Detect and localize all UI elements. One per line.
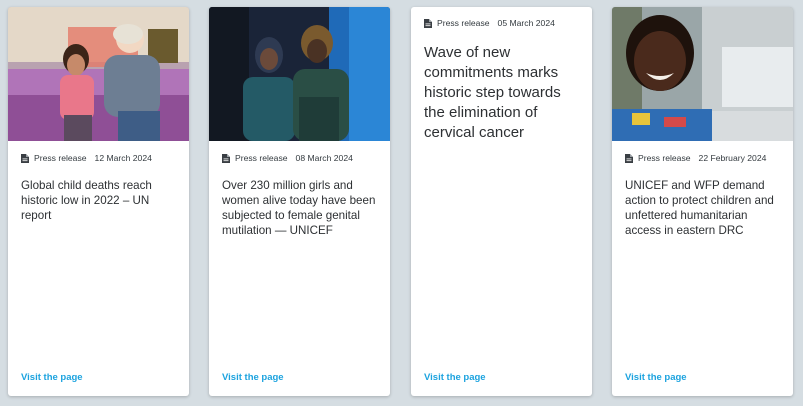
card-date: 05 March 2024: [497, 18, 555, 28]
card-date: 22 February 2024: [698, 153, 767, 163]
news-card[interactable]: Press release 08 March 2024 Over 230 mil…: [209, 7, 390, 396]
visit-page-link[interactable]: Visit the page: [21, 372, 83, 383]
card-meta: Press release 12 March 2024: [21, 153, 152, 163]
document-icon: [424, 18, 432, 28]
card-image[interactable]: [209, 7, 390, 141]
card-date: 12 March 2024: [94, 153, 152, 163]
visit-page-link[interactable]: Visit the page: [222, 372, 284, 383]
card-meta: Press release 05 March 2024: [424, 18, 555, 28]
card-title[interactable]: UNICEF and WFP demand action to protect …: [625, 178, 781, 238]
card-type: Press release: [437, 18, 490, 28]
news-card[interactable]: Press release 22 February 2024 UNICEF an…: [612, 7, 793, 396]
news-card[interactable]: Press release 05 March 2024 Wave of new …: [411, 7, 592, 396]
document-icon: [21, 153, 29, 163]
card-image[interactable]: [612, 7, 793, 141]
news-card[interactable]: Press release 12 March 2024 Global child…: [8, 7, 189, 396]
card-date: 08 March 2024: [295, 153, 353, 163]
card-title[interactable]: Wave of new commitments marks historic s…: [424, 43, 580, 143]
card-type: Press release: [638, 153, 691, 163]
card-title[interactable]: Global child deaths reach historic low i…: [21, 178, 177, 223]
card-title[interactable]: Over 230 million girls and women alive t…: [222, 178, 378, 238]
card-type: Press release: [34, 153, 87, 163]
document-icon: [625, 153, 633, 163]
visit-page-link[interactable]: Visit the page: [625, 372, 687, 383]
card-type: Press release: [235, 153, 288, 163]
card-image[interactable]: [8, 7, 189, 141]
visit-page-link[interactable]: Visit the page: [424, 372, 486, 383]
card-meta: Press release 08 March 2024: [222, 153, 353, 163]
card-meta: Press release 22 February 2024: [625, 153, 766, 163]
document-icon: [222, 153, 230, 163]
